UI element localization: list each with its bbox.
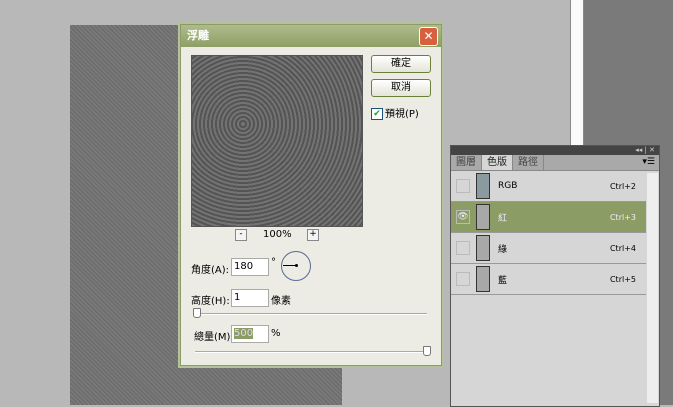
height-slider[interactable] (193, 308, 427, 318)
amount-slider[interactable] (195, 346, 431, 356)
panel-scrollbar[interactable] (647, 173, 658, 403)
amount-unit: % (271, 328, 281, 339)
channel-name: RGB (498, 181, 518, 191)
channel-name: 綠 (498, 244, 508, 255)
channel-row-rgb[interactable]: RGB Ctrl+2 (451, 171, 646, 202)
channels-panel: ◂◂ | ✕ 圖層 色版 路徑 ▾☰ RGB Ctrl+2 👁 紅 Ctrl+3 綠 C… (450, 145, 660, 407)
channel-shortcut: Ctrl+5 (609, 274, 636, 284)
zoom-out-button[interactable]: - (235, 229, 247, 241)
tab-layers[interactable]: 圖層 (451, 155, 482, 170)
amount-input[interactable]: 500 (231, 325, 269, 343)
checkmark-icon: ✔ (371, 108, 383, 120)
amount-value: 500 (234, 328, 254, 339)
tab-channels[interactable]: 色版 (482, 155, 513, 170)
preview-label: 預視(P) (385, 109, 419, 120)
emboss-dialog: 浮雕 ✕ 確定 取消 ✔ 預視(P) - 100% + 角度(A): 180 ° … (180, 24, 442, 366)
preview-image[interactable] (191, 55, 363, 227)
visibility-toggle[interactable] (456, 272, 470, 286)
close-icon[interactable]: ✕ (419, 27, 438, 46)
channel-name: 紅 (498, 213, 508, 224)
zoom-in-button[interactable]: + (307, 229, 319, 241)
channel-thumbnail (476, 235, 490, 261)
channel-name: 藍 (498, 275, 508, 286)
channel-shortcut: Ctrl+2 (609, 181, 636, 191)
slider-thumb[interactable] (193, 308, 201, 318)
preview-checkbox[interactable]: ✔ 預視(P) (371, 105, 419, 120)
dialog-title: 浮雕 (181, 25, 441, 47)
channel-thumbnail (476, 204, 490, 230)
angle-label: 角度(A): (191, 265, 230, 276)
tab-paths[interactable]: 路徑 (513, 155, 544, 170)
height-unit: 像素 (271, 296, 291, 307)
channel-row-blue[interactable]: 藍 Ctrl+5 (451, 264, 646, 295)
ok-button[interactable]: 確定 (371, 55, 431, 73)
channel-row-green[interactable]: 綠 Ctrl+4 (451, 233, 646, 264)
zoom-level: 100% (263, 229, 292, 240)
height-label: 高度(H): (191, 296, 230, 307)
visibility-toggle[interactable] (456, 179, 470, 193)
panel-menu-icon[interactable]: ▾☰ (642, 155, 659, 170)
angle-dial[interactable] (281, 251, 311, 281)
eye-icon[interactable]: 👁 (456, 210, 470, 224)
channel-thumbnail (476, 173, 490, 199)
height-input[interactable]: 1 (231, 289, 269, 307)
slider-thumb[interactable] (423, 346, 431, 356)
visibility-toggle[interactable] (456, 241, 470, 255)
channel-thumbnail (476, 266, 490, 292)
angle-unit: ° (271, 257, 276, 268)
channel-shortcut: Ctrl+3 (609, 212, 636, 222)
channel-shortcut: Ctrl+4 (609, 243, 636, 253)
angle-input[interactable]: 180 (231, 258, 269, 276)
channel-row-red[interactable]: 👁 紅 Ctrl+3 (451, 202, 646, 233)
panel-header[interactable]: ◂◂ | ✕ (451, 146, 659, 155)
cancel-button[interactable]: 取消 (371, 79, 431, 97)
amount-label: 總量(M) (194, 332, 231, 343)
